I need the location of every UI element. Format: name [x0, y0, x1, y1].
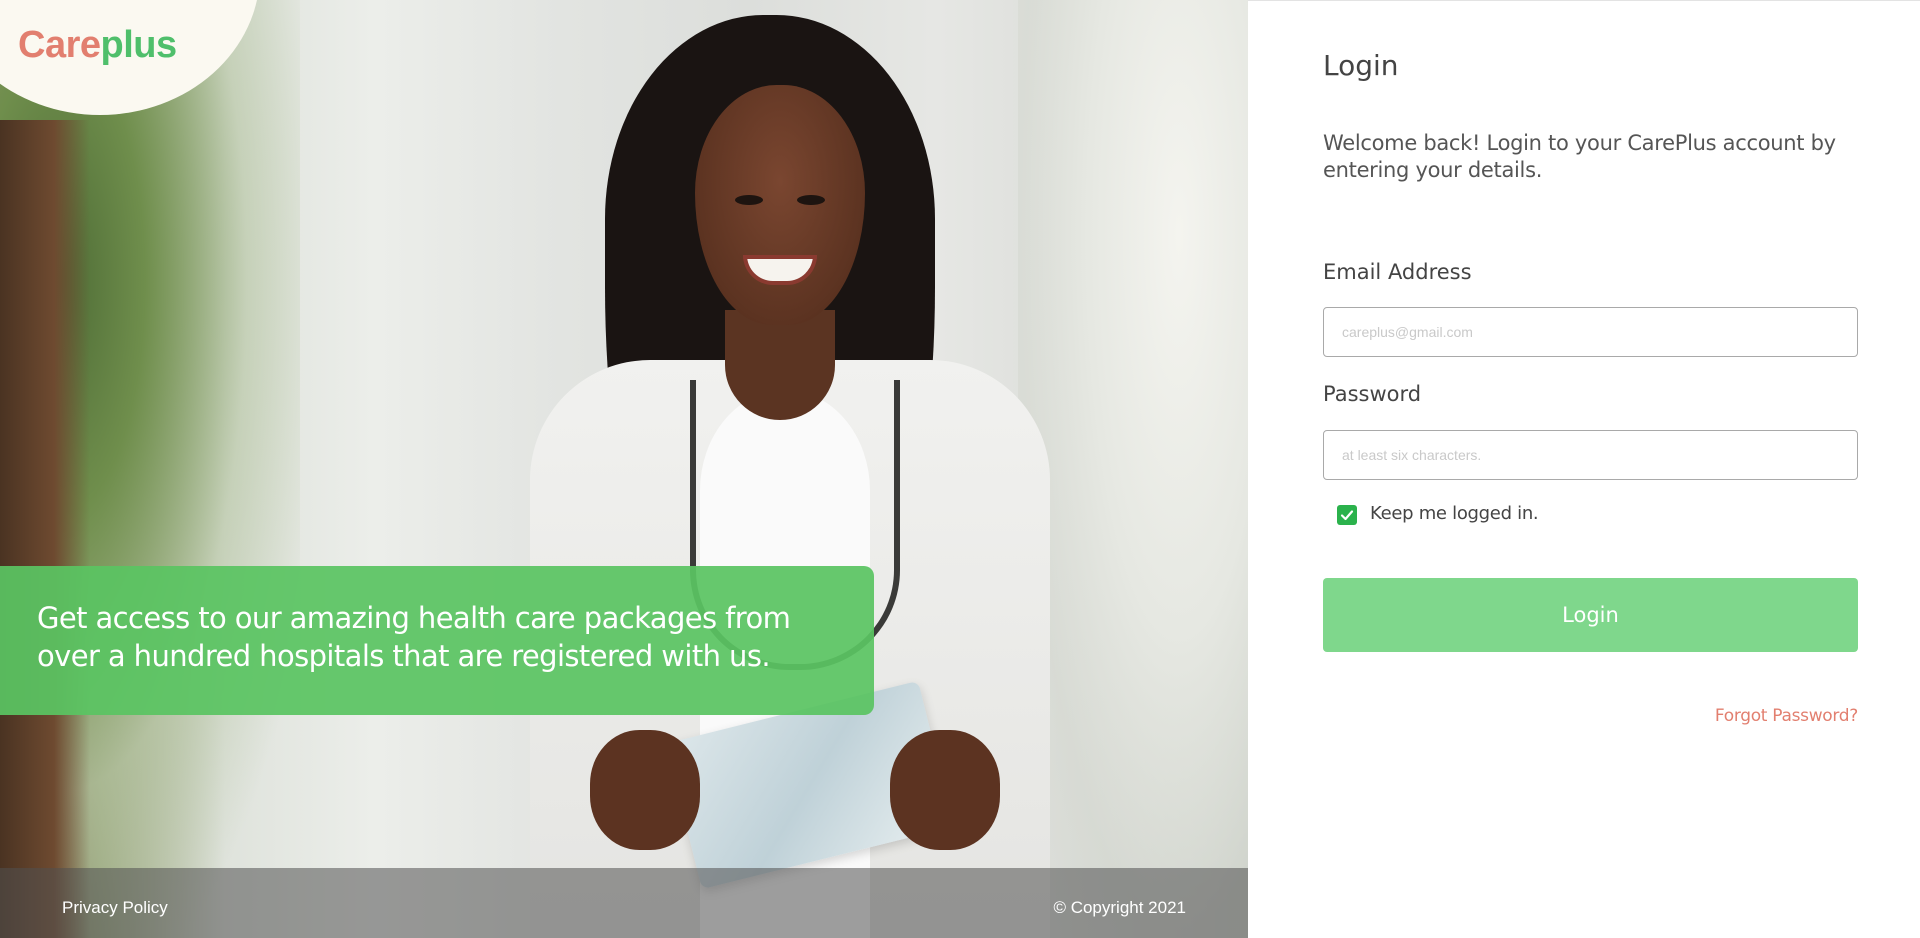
privacy-policy-link[interactable]: Privacy Policy — [62, 898, 168, 918]
promo-banner-text: Get access to our amazing health care pa… — [37, 601, 791, 673]
login-subtitle: Welcome back! Login to your CarePlus acc… — [1323, 131, 1836, 182]
password-field[interactable] — [1323, 430, 1858, 480]
email-field[interactable] — [1323, 307, 1858, 357]
forgot-password-link[interactable]: Forgot Password? — [1715, 706, 1858, 726]
promo-banner: Get access to our amazing health care pa… — [0, 566, 874, 715]
logo-text-care: Care — [18, 24, 101, 66]
doctor-eye-right — [797, 195, 825, 205]
email-label: Email Address — [1323, 260, 1472, 284]
hero-background-tree — [0, 120, 90, 938]
login-panel: Login Welcome back! Login to your CarePl… — [1248, 0, 1920, 938]
doctor-face — [695, 85, 865, 325]
hero-photo-doctor — [510, 10, 1070, 938]
keep-logged-in-label[interactable]: Keep me logged in. — [1370, 503, 1539, 524]
login-button[interactable]: Login — [1323, 578, 1858, 652]
hero-footer: Privacy Policy © Copyright 2021 — [0, 868, 1248, 938]
password-label: Password — [1323, 382, 1422, 406]
checkmark-icon — [1340, 510, 1354, 521]
copyright-text: © Copyright 2021 — [1053, 898, 1186, 917]
page-title: Login — [1323, 49, 1399, 82]
logo-text-plus: plus — [100, 24, 178, 66]
keep-logged-in-checkbox[interactable] — [1337, 505, 1357, 525]
doctor-hand-left — [590, 730, 700, 850]
careplus-logo[interactable]: Careplus — [18, 24, 177, 67]
doctor-eye-left — [735, 195, 763, 205]
doctor-hand-right — [890, 730, 1000, 850]
doctor-smile — [743, 255, 817, 285]
hero-panel: Careplus Get access to our amazing healt… — [0, 0, 1248, 938]
